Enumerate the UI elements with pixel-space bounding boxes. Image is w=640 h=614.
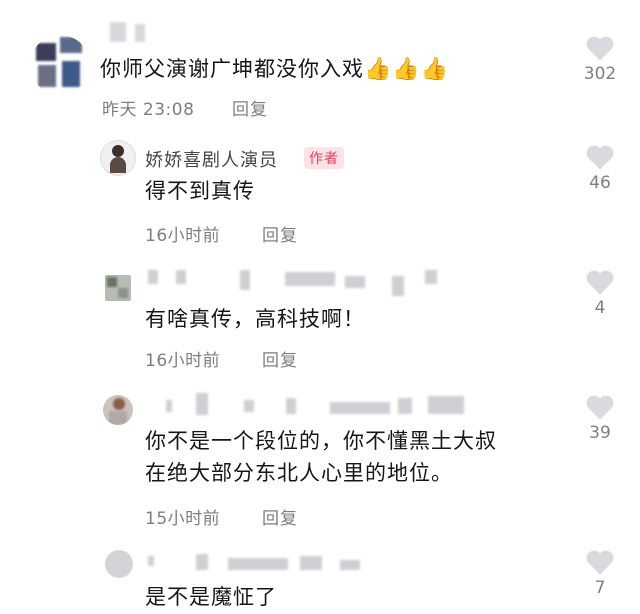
username-blurred[interactable] (244, 400, 254, 412)
username-blurred[interactable] (330, 402, 390, 414)
like-count: 4 (594, 298, 606, 318)
username-blurred[interactable] (135, 24, 145, 42)
comment-text: 有啥真传，高科技啊！ (145, 307, 365, 331)
timestamp: 15小时前 (145, 509, 221, 529)
heart-outline-icon (586, 36, 614, 61)
username-blurred[interactable] (345, 276, 365, 288)
timestamp: 16小时前 (145, 226, 221, 246)
username-blurred[interactable] (196, 554, 208, 570)
username-blurred[interactable] (196, 393, 208, 415)
comment-text-line-2: 在绝大部分东北人心里的地位。 (145, 461, 453, 485)
heart-outline-icon (586, 395, 614, 420)
username-blurred[interactable] (398, 398, 412, 414)
heart-outline-icon (586, 550, 614, 575)
author-name[interactable]: 娇娇喜剧人演员 (145, 146, 278, 172)
like-button[interactable]: 46 (580, 143, 620, 193)
heart-outline-icon (586, 145, 614, 170)
timestamp: 昨天 23:08 (102, 100, 195, 120)
avatar[interactable] (103, 395, 133, 425)
username-blurred[interactable] (428, 396, 464, 414)
avatar[interactable] (100, 140, 136, 176)
username-blurred[interactable] (110, 22, 126, 42)
username-blurred[interactable] (148, 556, 154, 566)
comment-text: 是不是魔怔了 (145, 585, 277, 609)
username-blurred[interactable] (425, 270, 437, 284)
comment-text-line-1: 你不是一个段位的，你不懂黑土大叔 (145, 429, 497, 453)
like-count: 39 (589, 423, 611, 443)
username-blurred[interactable] (166, 400, 172, 412)
username-blurred[interactable] (148, 270, 158, 284)
avatar[interactable] (105, 275, 131, 301)
username-blurred[interactable] (240, 270, 250, 290)
like-count: 46 (589, 173, 611, 193)
thumbs-up-emoji-icon: 👍👍👍 (364, 57, 450, 82)
like-button[interactable]: 7 (580, 548, 620, 598)
like-button[interactable]: 39 (580, 393, 620, 443)
reply-button[interactable]: 回复 (262, 504, 298, 529)
username-blurred[interactable] (228, 558, 288, 570)
reply-button[interactable]: 回复 (262, 221, 298, 246)
comment-text: 得不到真传 (145, 179, 255, 203)
username-blurred[interactable] (286, 398, 296, 414)
like-count: 302 (583, 64, 617, 84)
reply-button[interactable]: 回复 (232, 95, 268, 120)
timestamp: 16小时前 (145, 351, 221, 371)
username-blurred[interactable] (176, 270, 186, 284)
username-blurred[interactable] (340, 560, 360, 570)
like-button[interactable]: 4 (580, 268, 620, 318)
avatar[interactable] (105, 550, 133, 578)
author-badge: 作者 (304, 147, 344, 169)
like-count: 7 (594, 578, 606, 598)
username-blurred[interactable] (300, 556, 322, 570)
username-blurred[interactable] (392, 276, 404, 296)
comment-text: 你师父演谢广坤都没你入戏👍👍👍 (100, 57, 450, 82)
username-blurred[interactable] (285, 272, 335, 286)
like-button[interactable]: 302 (580, 34, 620, 84)
heart-outline-icon (586, 270, 614, 295)
avatar[interactable] (30, 35, 90, 95)
reply-button[interactable]: 回复 (262, 346, 298, 371)
